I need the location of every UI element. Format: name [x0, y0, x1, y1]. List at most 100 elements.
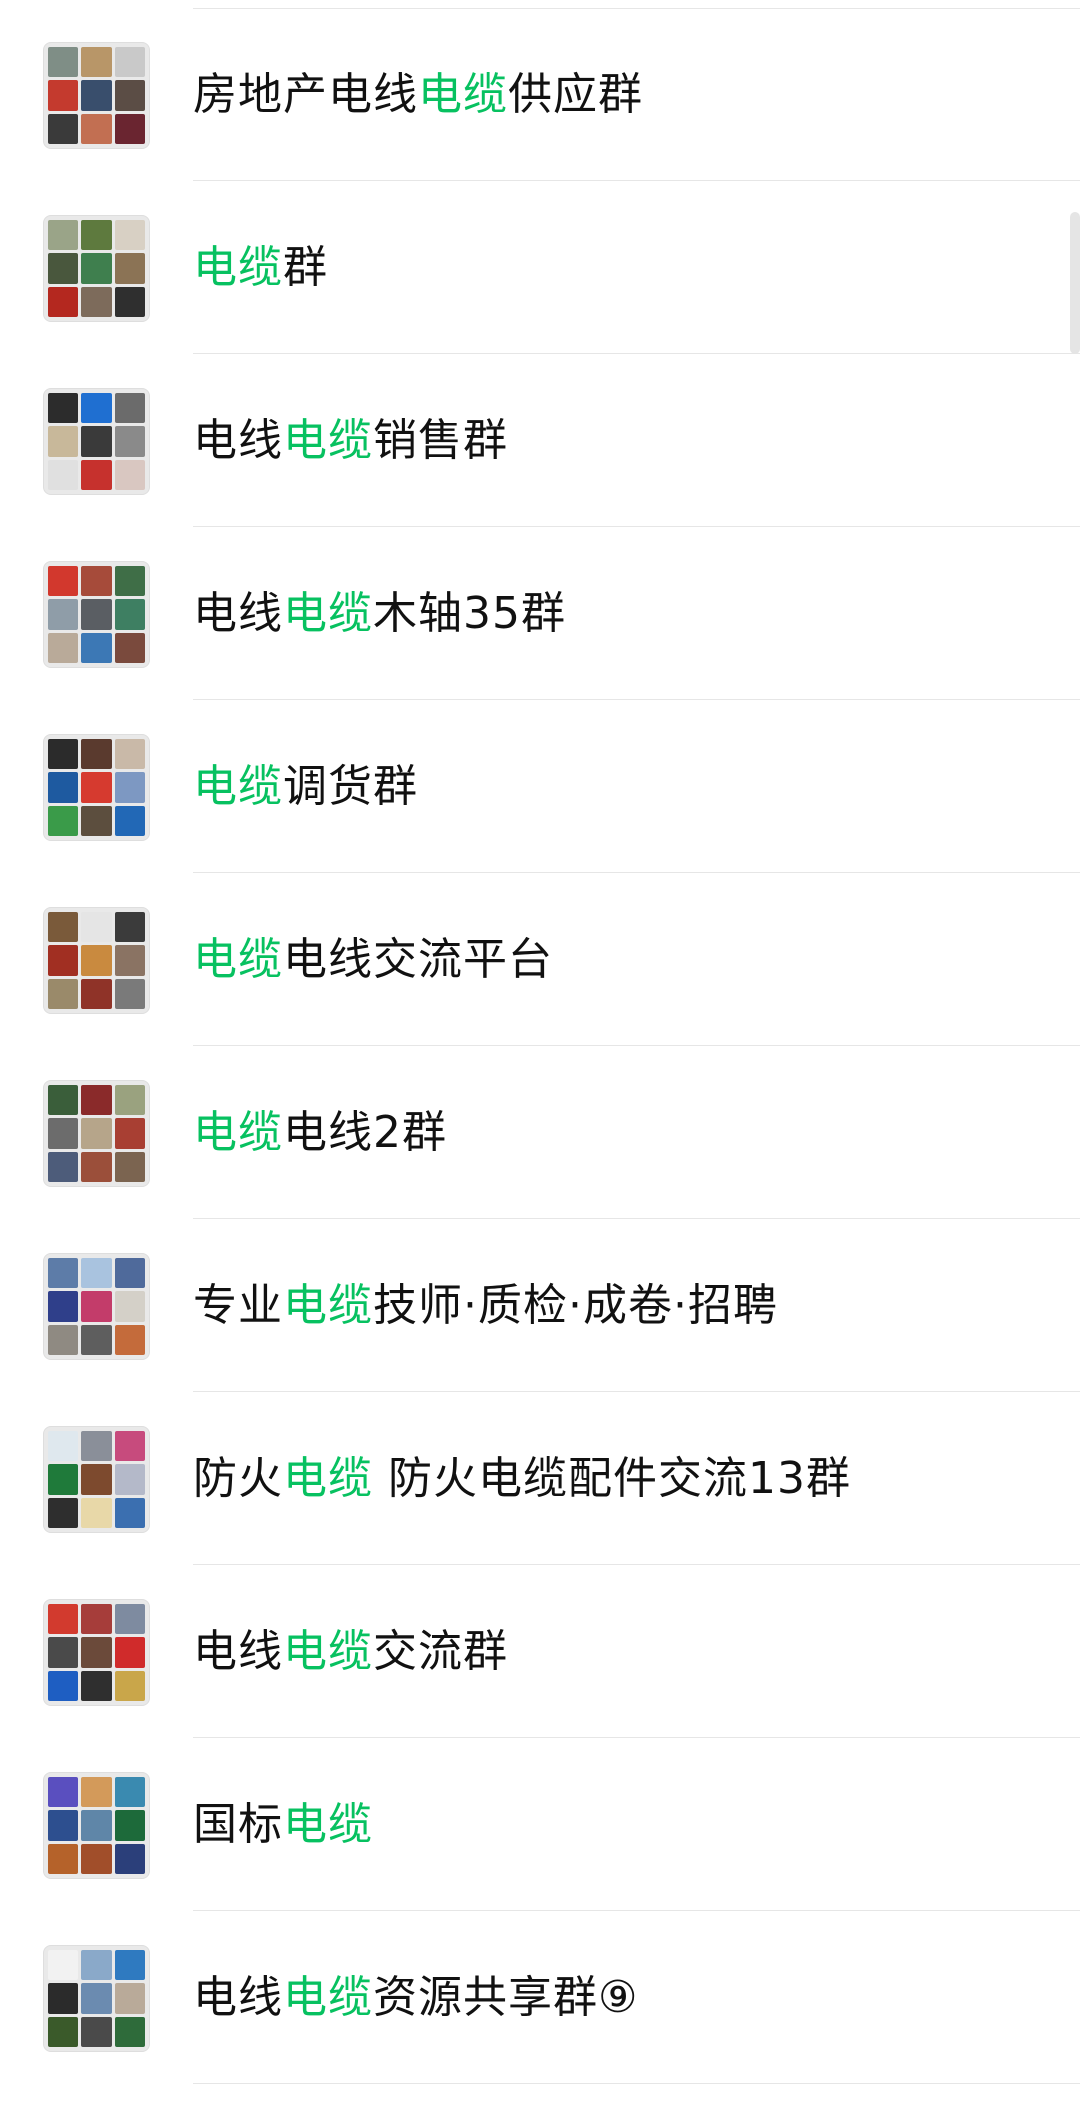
- avatar-tile: [114, 1431, 145, 1462]
- group-avatar: [43, 561, 150, 668]
- scrollbar[interactable]: [1070, 212, 1080, 354]
- group-name-suffix: 电线交流平台: [283, 934, 553, 985]
- avatar-tile: [81, 1291, 112, 1322]
- avatar-tile: [114, 632, 145, 663]
- group-name: 电线电缆销售群: [193, 354, 508, 527]
- avatar-tile: [114, 459, 145, 490]
- group-name-prefix: 国标: [193, 1799, 283, 1850]
- search-keyword-highlight: 电缆: [283, 1972, 373, 2023]
- avatar-tile: [114, 1843, 145, 1874]
- avatar-tile: [48, 459, 79, 490]
- group-name: 电缆群: [193, 181, 328, 354]
- group-name-suffix: 资源共享群⑨: [373, 1972, 639, 2023]
- avatar-tile: [81, 426, 112, 457]
- group-list-item[interactable]: 房地产电线电缆供应群: [0, 8, 1080, 181]
- avatar-tile: [114, 1637, 145, 1668]
- avatar-tile: [114, 286, 145, 317]
- avatar-tile: [114, 1464, 145, 1495]
- avatar-tile: [48, 1324, 79, 1355]
- group-name: 房地产电线电缆供应群: [193, 8, 643, 181]
- avatar-tile: [114, 566, 145, 597]
- avatar-tile: [114, 1151, 145, 1182]
- avatar-tile: [81, 113, 112, 144]
- avatar-tile: [48, 1291, 79, 1322]
- avatar-tile: [81, 1118, 112, 1149]
- avatar-tile: [81, 1950, 112, 1981]
- search-keyword-highlight: 电缆: [283, 1626, 373, 1677]
- group-name-prefix: 电线: [193, 1626, 283, 1677]
- avatar-tile: [48, 1983, 79, 2014]
- avatar-tile: [48, 1670, 79, 1701]
- avatar-tile: [81, 1324, 112, 1355]
- avatar-tile: [114, 1085, 145, 1116]
- avatar-tile: [48, 566, 79, 597]
- avatar-tile: [81, 978, 112, 1009]
- avatar-tile: [48, 1085, 79, 1116]
- avatar-tile: [81, 599, 112, 630]
- group-name: 电缆电线交流平台: [193, 873, 553, 1046]
- group-list-item[interactable]: 电线电缆交流群: [0, 1565, 1080, 1738]
- avatar-tile: [114, 1777, 145, 1808]
- search-keyword-highlight: 电缆: [193, 1107, 283, 1158]
- avatar-tile: [81, 459, 112, 490]
- avatar-tile: [81, 805, 112, 836]
- avatar-tile: [81, 1151, 112, 1182]
- avatar-tile: [48, 80, 79, 111]
- avatar-tile: [81, 632, 112, 663]
- group-list-item[interactable]: 电缆电线2群: [0, 1046, 1080, 1219]
- avatar-tile: [81, 220, 112, 251]
- avatar-tile: [114, 1950, 145, 1981]
- avatar-tile: [48, 1777, 79, 1808]
- avatar-tile: [48, 599, 79, 630]
- avatar-tile: [114, 393, 145, 424]
- avatar-tile: [48, 393, 79, 424]
- avatar-tile: [48, 1950, 79, 1981]
- group-avatar: [43, 42, 150, 149]
- group-list-item[interactable]: 电线电缆木轴35群: [0, 527, 1080, 700]
- avatar-tile: [81, 393, 112, 424]
- group-list-item[interactable]: 电缆调货群: [0, 700, 1080, 873]
- search-keyword-highlight: 电缆: [283, 1799, 373, 1850]
- group-list-item[interactable]: 国标电缆: [0, 1738, 1080, 1911]
- avatar-tile: [81, 80, 112, 111]
- group-list-item[interactable]: 专业电缆技师·质检·成卷·招聘: [0, 1219, 1080, 1392]
- avatar-tile: [81, 47, 112, 78]
- avatar-tile: [81, 1983, 112, 2014]
- group-list-item[interactable]: 电线电缆资源共享群⑨: [0, 1911, 1080, 2084]
- avatar-tile: [48, 1843, 79, 1874]
- avatar-tile: [114, 2016, 145, 2047]
- group-avatar: [43, 1426, 150, 1533]
- search-keyword-highlight: 电缆: [193, 761, 283, 812]
- avatar-tile: [48, 1810, 79, 1841]
- avatar-tile: [114, 47, 145, 78]
- group-results-list: 房地产电线电缆供应群 电缆群 电线电缆销售群 电线电缆木轴35群 电缆调货群 电缆电线交流…: [0, 8, 1080, 2084]
- row-divider: [193, 2083, 1080, 2084]
- group-name-suffix: 供应群: [508, 69, 643, 120]
- avatar-tile: [81, 2016, 112, 2047]
- avatar-tile: [81, 253, 112, 284]
- avatar-tile: [81, 1637, 112, 1668]
- avatar-tile: [48, 286, 79, 317]
- avatar-tile: [48, 945, 79, 976]
- avatar-tile: [114, 1670, 145, 1701]
- avatar-tile: [114, 220, 145, 251]
- group-avatar: [43, 1772, 150, 1879]
- avatar-tile: [81, 286, 112, 317]
- search-keyword-highlight: 电缆: [193, 242, 283, 293]
- group-list-item[interactable]: 电缆群: [0, 181, 1080, 354]
- group-avatar: [43, 1080, 150, 1187]
- avatar-tile: [48, 1118, 79, 1149]
- group-name: 电线电缆交流群: [193, 1565, 508, 1738]
- avatar-tile: [114, 1497, 145, 1528]
- group-list-item[interactable]: 电缆电线交流平台: [0, 873, 1080, 1046]
- avatar-tile: [114, 912, 145, 943]
- search-keyword-highlight: 电缆: [283, 1280, 373, 1331]
- group-name-prefix: 电线: [193, 1972, 283, 2023]
- avatar-tile: [114, 739, 145, 770]
- group-list-item[interactable]: 防火电缆 防火电缆配件交流13群: [0, 1392, 1080, 1565]
- group-name-suffix: 交流群: [373, 1626, 508, 1677]
- group-avatar: [43, 388, 150, 495]
- group-list-item[interactable]: 电线电缆销售群: [0, 354, 1080, 527]
- group-avatar: [43, 1599, 150, 1706]
- avatar-tile: [81, 1258, 112, 1289]
